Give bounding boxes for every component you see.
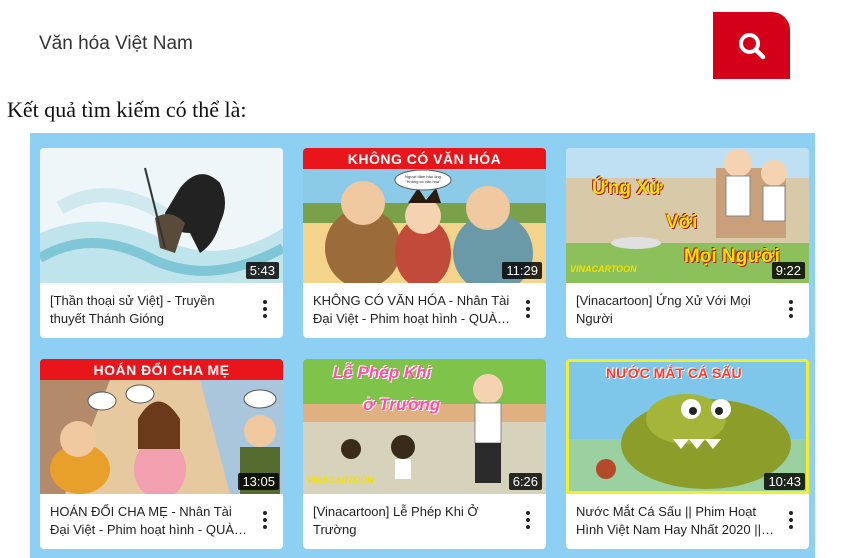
video-duration: 5:43 bbox=[245, 262, 279, 279]
search-icon bbox=[738, 32, 765, 59]
thumbnail-title-line: ở Trường bbox=[363, 395, 441, 414]
video-grid: 5:43 [Thần thoại sử Việt] - Truyền thuyế… bbox=[30, 133, 815, 558]
thumbnail-title-line: Lễ Phép Khi bbox=[333, 363, 432, 382]
thumbnail-logo: VINACARTOON bbox=[570, 264, 637, 274]
video-card[interactable]: Ứng Xử Với Mọi Người VINACARTOON 9:22 [V… bbox=[566, 148, 809, 338]
video-thumbnail[interactable]: Ứng Xử Với Mọi Người VINACARTOON 9:22 bbox=[566, 148, 809, 283]
video-title[interactable]: Nước Mắt Cá Sấu || Phim Hoạt Hình Việt N… bbox=[576, 503, 776, 539]
thumbnail-title-line: Với bbox=[666, 212, 698, 233]
video-title[interactable]: [Thần thoại sử Việt] - Truyền thuyết Thá… bbox=[50, 292, 250, 328]
video-title[interactable]: [Vinacartoon] Lễ Phép Khi Ở Trường bbox=[313, 503, 513, 539]
more-options-button[interactable] bbox=[259, 511, 271, 529]
video-card[interactable]: 5:43 [Thần thoại sử Việt] - Truyền thuyế… bbox=[40, 148, 283, 338]
thumbnail-title-line: Ứng Xử bbox=[592, 178, 663, 199]
results-label: Kết quả tìm kiếm có thể là: bbox=[7, 97, 247, 122]
video-duration: 6:26 bbox=[508, 473, 542, 490]
more-options-button[interactable] bbox=[785, 300, 797, 318]
thumbnail-title-line: Mọi Người bbox=[684, 246, 780, 267]
more-options-button[interactable] bbox=[785, 511, 797, 529]
thumbnail-banner-text: HOÁN ĐỔI CHA MẸ bbox=[40, 359, 283, 380]
video-thumbnail[interactable]: HOÁN ĐỔI CHA MẸ 13:05 bbox=[40, 359, 283, 494]
video-card[interactable]: Lễ Phép Khi ở Trường VINACARTOON 6:26 [V… bbox=[303, 359, 546, 549]
video-thumbnail[interactable]: NƯỚC MẮT CÁ SẤU 10:43 bbox=[566, 359, 809, 494]
search-query-text[interactable]: Văn hóa Việt Nam bbox=[39, 33, 193, 55]
video-duration: 13:05 bbox=[238, 473, 279, 490]
video-card[interactable]: HOÁN ĐỔI CHA MẸ 13:05 HOÁN ĐỔI CHA MẸ - … bbox=[40, 359, 283, 549]
video-thumbnail[interactable]: Người đâm bảo ông "Không có văn hoá" KHÔ… bbox=[303, 148, 546, 283]
thumbnail-banner-text: KHÔNG CÓ VĂN HÓA bbox=[303, 148, 546, 169]
thumbnail-logo: VINACARTOON bbox=[307, 475, 374, 485]
video-card[interactable]: Người đâm bảo ông "Không có văn hoá" KHÔ… bbox=[303, 148, 546, 338]
thumbnail-banner-text: NƯỚC MẮT CÁ SẤU bbox=[606, 365, 742, 381]
video-duration: 9:22 bbox=[771, 262, 805, 279]
video-title[interactable]: [Vinacartoon] Ứng Xử Với Mọi Người bbox=[576, 292, 776, 328]
video-thumbnail[interactable]: 5:43 bbox=[40, 148, 283, 283]
video-title[interactable]: KHÔNG CÓ VĂN HÓA - Nhân Tài Đại Việt - P… bbox=[313, 292, 513, 328]
video-duration: 10:43 bbox=[764, 473, 805, 490]
search-button[interactable] bbox=[713, 12, 790, 79]
video-thumbnail[interactable]: Lễ Phép Khi ở Trường VINACARTOON 6:26 bbox=[303, 359, 546, 494]
thumbnail-bubble-text: Người đâm bảo ông "Không có văn hoá" bbox=[405, 174, 441, 184]
video-title[interactable]: HOÁN ĐỔI CHA MẸ - Nhân Tài Đại Việt - Ph… bbox=[50, 503, 250, 539]
video-duration: 11:29 bbox=[502, 262, 542, 279]
more-options-button[interactable] bbox=[259, 300, 271, 318]
more-options-button[interactable] bbox=[522, 300, 534, 318]
video-card[interactable]: NƯỚC MẮT CÁ SẤU 10:43 Nước Mắt Cá Sấu ||… bbox=[566, 359, 809, 549]
more-options-button[interactable] bbox=[522, 511, 534, 529]
